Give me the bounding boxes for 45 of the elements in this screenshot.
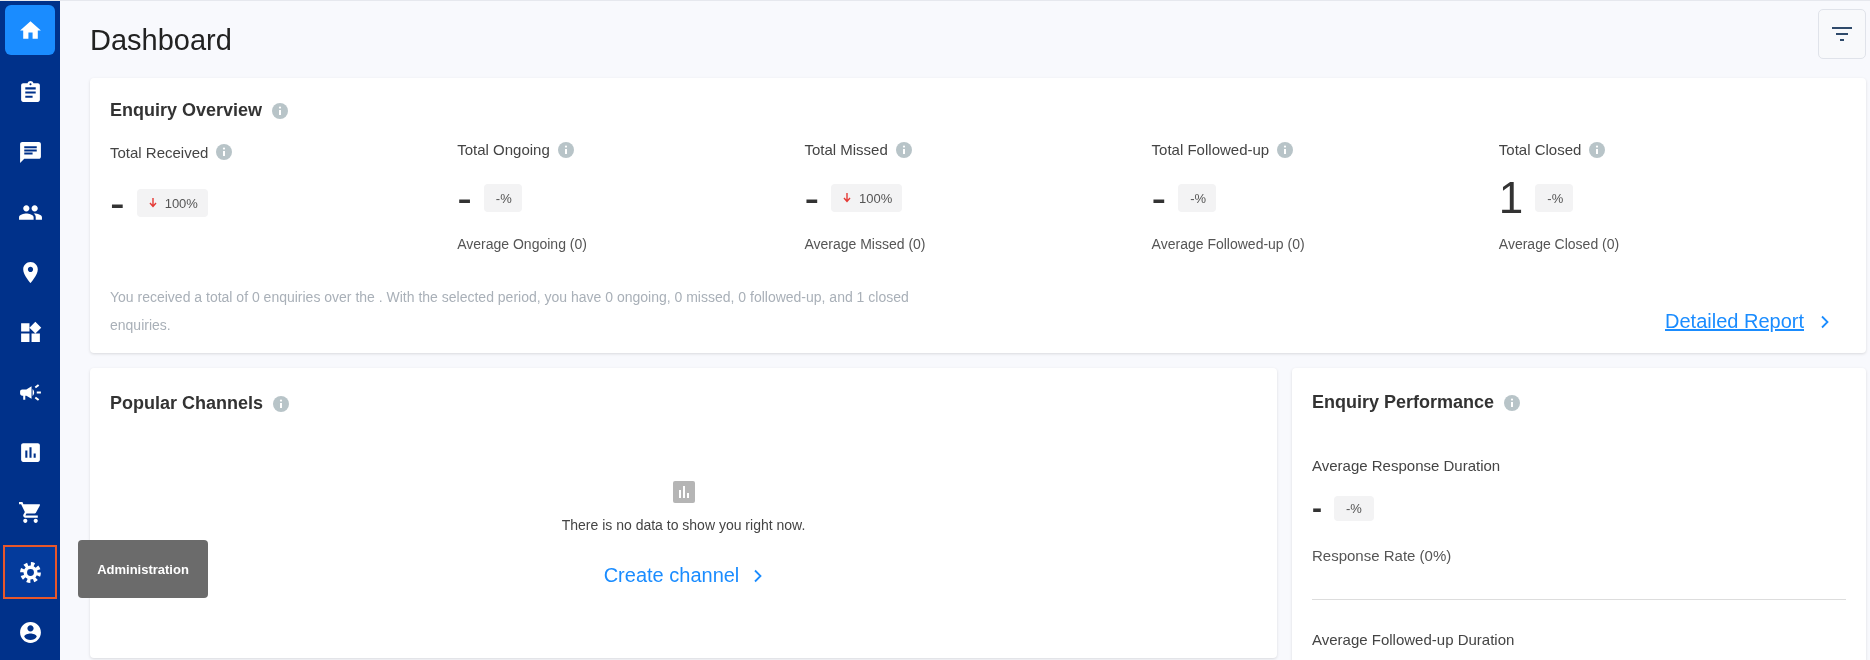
metric-label: Average Followed-up Duration — [1312, 631, 1516, 648]
filter-button[interactable] — [1818, 8, 1866, 59]
change-badge: -% — [1178, 184, 1217, 212]
settings-icon — [17, 559, 43, 585]
metric-value: - — [110, 181, 125, 225]
empty-message: There is no data to show you right now. — [561, 517, 806, 533]
metric-average: Average Missed (0) — [804, 236, 927, 252]
change-badge: 100% — [136, 189, 208, 217]
filter-icon — [1832, 26, 1852, 41]
metric-average: Average Ongoing (0) — [457, 236, 588, 252]
card-title: Enquiry Performance — [1312, 392, 1495, 413]
chat-icon — [17, 139, 43, 165]
metric-label: Total Followed-up — [1151, 141, 1270, 158]
change-badge: -% — [1535, 184, 1574, 212]
metric-value: - — [1151, 176, 1167, 220]
detailed-report-link[interactable]: Detailed Report — [1665, 310, 1804, 333]
metric-label: Average Response Duration — [1312, 457, 1502, 474]
metric-value: - — [804, 176, 820, 220]
summary-text: You received a total of 0 enquiries over the . With the selected period, you have 0 ongoing, 0 missed, 0 followed-up, and 1 closed enquiries. — [110, 288, 910, 335]
down-arrow-icon — [148, 198, 157, 208]
card-title: Enquiry Overview — [110, 100, 263, 121]
metric-value: - — [1312, 491, 1322, 525]
metric-label: Total Received — [110, 143, 209, 161]
metric-value: 1 — [1498, 176, 1524, 220]
metric-label: Total Closed — [1498, 141, 1582, 158]
change-badge: -% — [1334, 495, 1374, 521]
create-channel-link[interactable]: Create channel — [603, 564, 740, 587]
page-title: Dashboard — [90, 24, 232, 57]
bar-chart-icon — [672, 481, 695, 503]
change-badge: 100% — [831, 184, 903, 212]
card-title: Popular Channels — [110, 393, 264, 414]
down-arrow-icon — [843, 193, 852, 203]
user-icon — [17, 619, 43, 645]
cart-icon — [17, 499, 43, 525]
metric-label: Total Missed — [804, 141, 888, 158]
tooltip: Administration — [78, 540, 208, 598]
metric-value: - — [457, 176, 472, 220]
chevron-icon — [1820, 314, 1830, 329]
nav-item[interactable] — [3, 545, 57, 599]
metric-average: Average Closed (0) — [1498, 236, 1621, 252]
chevron-icon — [753, 568, 764, 583]
metric-label: Total Ongoing — [457, 141, 550, 158]
metric-average: Average Followed-up (0) — [1151, 236, 1306, 252]
metric-note: Response Rate (0%) — [1312, 547, 1453, 564]
change-badge: -% — [483, 184, 522, 212]
